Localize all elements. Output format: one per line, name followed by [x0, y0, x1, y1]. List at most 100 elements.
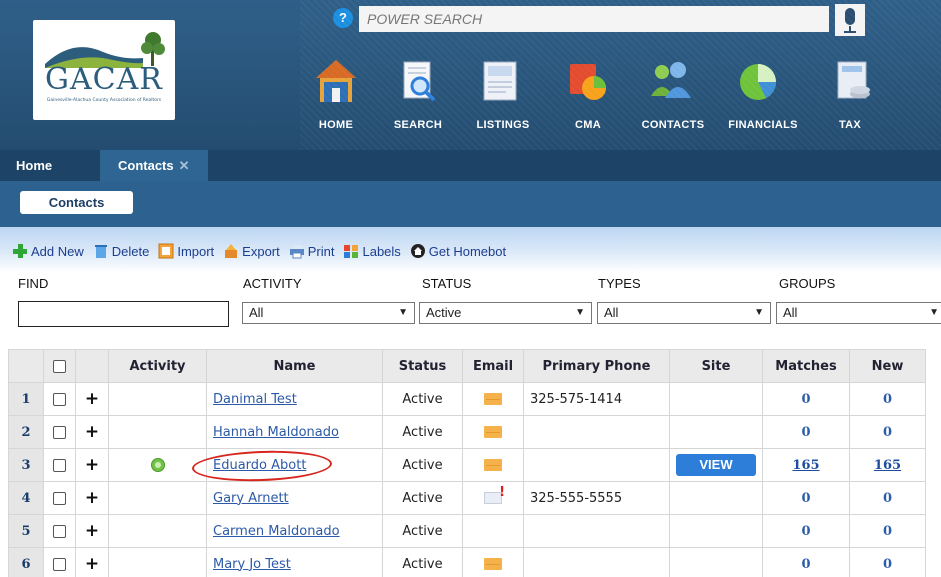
export-button[interactable]: Export — [223, 243, 280, 259]
find-input[interactable] — [18, 301, 229, 327]
new-count[interactable]: 0 — [883, 392, 892, 407]
matches-count[interactable]: 165 — [792, 458, 819, 473]
expand-plus-icon[interactable]: + — [85, 422, 99, 442]
new-cell: 0 — [849, 481, 926, 515]
activity-select[interactable]: All ▼ — [242, 302, 415, 324]
new-cell: 0 — [849, 514, 926, 548]
delete-button[interactable]: Delete — [93, 243, 149, 259]
table-row[interactable]: 6 + Mary Jo Test Active 0 0 — [8, 547, 926, 577]
expand-plus-icon[interactable]: + — [85, 554, 99, 574]
nav-financials[interactable]: FINANCIALS — [717, 52, 809, 142]
row-select-cell — [43, 448, 76, 482]
gacar-logo[interactable]: GACAR Gainesville-Alachua County Associa… — [33, 20, 175, 120]
status-label: STATUS — [422, 276, 472, 291]
new-count[interactable]: 165 — [874, 458, 901, 473]
contacts-table: Activity Name Status Email Primary Phone… — [8, 349, 926, 577]
add-new-button[interactable]: Add New — [12, 243, 84, 259]
table-header-row: Activity Name Status Email Primary Phone… — [8, 349, 926, 383]
row-checkbox[interactable] — [53, 458, 66, 472]
site-view-button[interactable]: VIEW — [676, 454, 756, 476]
power-search-input[interactable] — [359, 6, 829, 32]
new-cell: 0 — [849, 415, 926, 449]
matches-header[interactable]: Matches — [762, 349, 850, 383]
envelope-icon[interactable] — [484, 558, 502, 570]
new-count[interactable]: 0 — [883, 524, 892, 539]
row-checkbox[interactable] — [53, 425, 66, 439]
groups-select[interactable]: All ▼ — [776, 302, 941, 324]
nav-search[interactable]: SEARCH — [377, 52, 459, 142]
status-cell: Active — [382, 514, 463, 548]
name-header[interactable]: Name — [206, 349, 383, 383]
table-row[interactable]: 2 + Hannah Maldonado Active 0 0 — [8, 415, 926, 449]
matches-count[interactable]: 0 — [801, 557, 810, 572]
new-count[interactable]: 0 — [883, 557, 892, 572]
expand-plus-icon[interactable]: + — [85, 488, 99, 508]
tab-contacts[interactable]: Contacts ✕ — [100, 150, 208, 181]
envelope-icon[interactable] — [484, 393, 502, 405]
row-checkbox[interactable] — [53, 491, 66, 505]
table-row[interactable]: 3 + Eduardo Abott Active VIEW 165 165 — [8, 448, 926, 482]
logo-text: GACAR — [45, 62, 163, 97]
select-all-checkbox[interactable] — [53, 359, 66, 373]
contact-name-link[interactable]: Hannah Maldonado — [213, 425, 339, 440]
contacts-subnav-button[interactable]: Contacts — [20, 191, 133, 214]
cma-icon — [570, 64, 606, 100]
expand-plus-icon[interactable]: + — [85, 521, 99, 541]
chevron-down-icon: ▼ — [398, 307, 408, 318]
new-count[interactable]: 0 — [883, 425, 892, 440]
matches-cell: 0 — [762, 382, 850, 416]
table-row[interactable]: 1 + Danimal Test Active 325-575-1414 0 0 — [8, 382, 926, 416]
email-cell — [462, 547, 524, 577]
close-icon[interactable]: ✕ — [179, 158, 190, 173]
help-icon[interactable]: ? — [333, 8, 353, 28]
matches-count[interactable]: 0 — [801, 392, 810, 407]
envelope-icon[interactable] — [484, 459, 502, 471]
matches-count[interactable]: 0 — [801, 491, 810, 506]
contact-name-link[interactable]: Danimal Test — [213, 392, 297, 407]
new-header[interactable]: New — [849, 349, 926, 383]
print-button[interactable]: Print — [289, 243, 335, 259]
row-checkbox[interactable] — [53, 524, 66, 538]
nav-cma[interactable]: CMA — [547, 52, 629, 142]
contact-name-link[interactable]: Mary Jo Test — [213, 557, 291, 572]
status-header[interactable]: Status — [382, 349, 463, 383]
row-number: 6 — [8, 547, 44, 577]
status-cell: Active — [382, 448, 463, 482]
chevron-down-icon: ▼ — [929, 307, 939, 318]
email-cell — [462, 448, 524, 482]
microphone-icon[interactable] — [835, 4, 865, 36]
contact-name-link[interactable]: Carmen Maldonado — [213, 524, 340, 539]
trash-icon — [94, 245, 107, 258]
nav-contacts[interactable]: CONTACTS — [629, 52, 717, 142]
types-select[interactable]: All ▼ — [597, 302, 771, 324]
get-homebot-button[interactable]: Get Homebot — [410, 243, 506, 259]
activity-header[interactable]: Activity — [108, 349, 207, 383]
print-label: Print — [307, 243, 335, 259]
status-select[interactable]: Active ▼ — [419, 302, 592, 324]
expand-plus-icon[interactable]: + — [85, 455, 99, 475]
envelope-alert-icon[interactable]: ! — [484, 485, 505, 504]
nav-listings[interactable]: LISTINGS — [459, 52, 547, 142]
site-header[interactable]: Site — [669, 349, 763, 383]
tab-home[interactable]: Home — [16, 150, 52, 181]
matches-count[interactable]: 0 — [801, 524, 810, 539]
contact-name-link[interactable]: Eduardo Abott — [213, 458, 306, 473]
row-expand-cell: + — [75, 415, 109, 449]
phone-header[interactable]: Primary Phone — [523, 349, 670, 383]
contact-name-link[interactable]: Gary Arnett — [213, 491, 289, 506]
matches-count[interactable]: 0 — [801, 425, 810, 440]
nav-home[interactable]: HOME — [295, 52, 377, 142]
new-count[interactable]: 0 — [883, 491, 892, 506]
envelope-icon[interactable] — [484, 426, 502, 438]
nav-tax[interactable]: TAX — [809, 52, 891, 142]
table-row[interactable]: 4 + Gary Arnett Active! 325-555-5555 0 0 — [8, 481, 926, 515]
row-checkbox[interactable] — [53, 557, 66, 571]
email-header[interactable]: Email — [462, 349, 524, 383]
row-checkbox[interactable] — [53, 392, 66, 406]
table-row[interactable]: 5 + Carmen Maldonado Active 0 0 — [8, 514, 926, 548]
import-button[interactable]: Import — [158, 243, 214, 259]
expand-plus-icon[interactable]: + — [85, 389, 99, 409]
labels-button[interactable]: Labels — [343, 243, 401, 259]
activity-cell — [108, 514, 207, 548]
activity-indicator-icon[interactable] — [150, 458, 165, 472]
